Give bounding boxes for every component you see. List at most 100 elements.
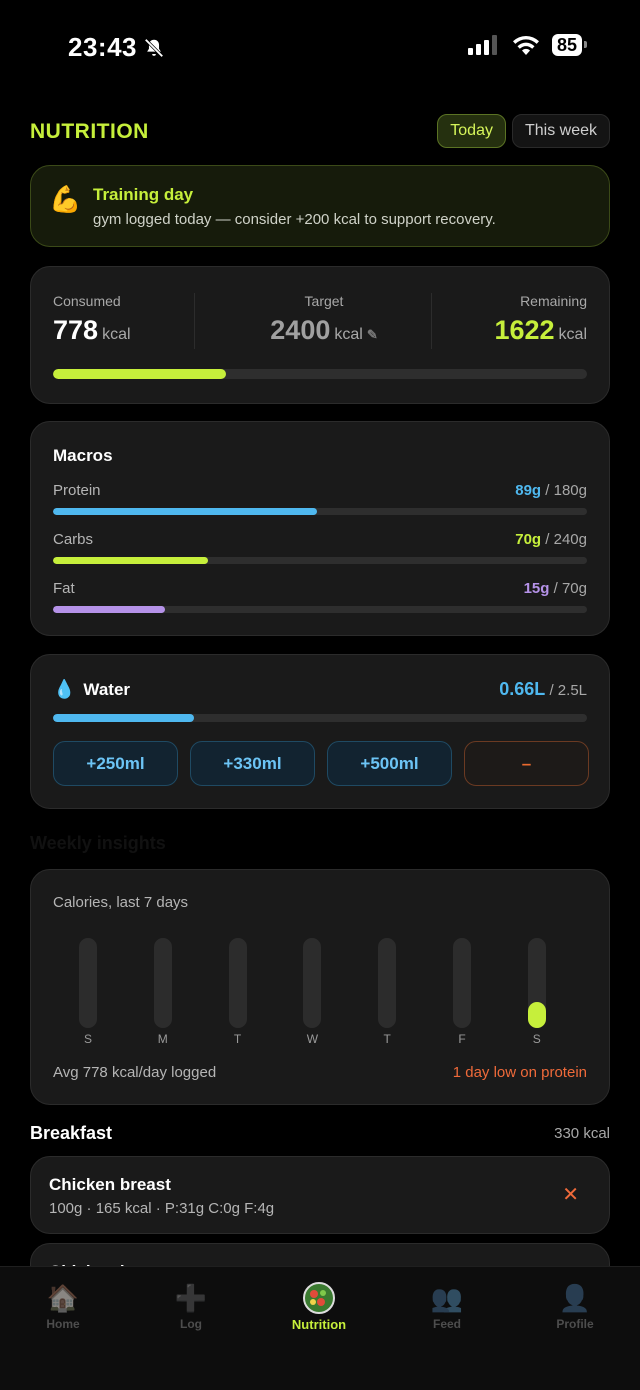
protein-alert[interactable]: 1 day low on protein (453, 1064, 587, 1081)
add-500ml-button[interactable]: +500ml (327, 741, 452, 786)
target-column[interactable]: Target 2400 kcal ✎ (254, 293, 394, 346)
divider (431, 293, 432, 349)
pencil-icon[interactable]: ✎ (367, 327, 378, 342)
chart-day-label: W (306, 1032, 319, 1046)
wifi-icon (512, 35, 539, 55)
tab-home[interactable]: 🏠 Home (13, 1281, 113, 1331)
meal-title: Breakfast (30, 1123, 113, 1143)
calorie-summary-card: Consumed 778 kcal Target 2400 kcal ✎ Remain… (30, 266, 610, 404)
macro-bar (53, 606, 587, 613)
remaining-unit: kcal (558, 326, 587, 343)
weekly-insights-heading: Weekly insights (30, 833, 166, 853)
chart-day-label: T (233, 1032, 242, 1046)
chart-day-label: M (157, 1032, 168, 1046)
salad-icon (269, 1281, 369, 1315)
target-unit: kcal (334, 326, 363, 343)
tab-today[interactable]: Today (437, 114, 506, 148)
water-target: / 2.5L (549, 682, 587, 699)
chart-title: Calories, last 7 days (53, 894, 189, 911)
consumed-value: 778 (53, 315, 99, 345)
water-value: 0.66L (499, 679, 546, 699)
tab-label: Log (180, 1317, 202, 1331)
food-item[interactable]: Chicken breast 100g · 165 kcal · P:31g C… (30, 1156, 610, 1234)
chart-day-label: T (383, 1032, 391, 1046)
chart-bar-track (228, 938, 247, 1028)
weekly-calories-chart: Calories, last 7 days S M T W T F S Avg 778 kc… (30, 869, 610, 1105)
banner-text: gym logged today — consider +200 kcal to… (93, 211, 496, 228)
tab-label: Home (46, 1317, 80, 1331)
chart-bar-track (79, 938, 97, 1028)
calorie-progress-bar (53, 369, 587, 379)
consumed-column: Consumed 778 kcal (53, 293, 131, 346)
food-detail: 100g · 165 kcal · P:31g C:0g F:4g (49, 1200, 275, 1217)
macro-label: Fat (53, 580, 75, 597)
macro-bar-fill (53, 508, 317, 515)
water-title: Water (83, 679, 131, 699)
macro-bar (53, 557, 587, 564)
remaining-value: 1622 (494, 315, 555, 345)
water-card: 💧 Water 0.66L / 2.5L +250ml +330ml +500m… (30, 654, 610, 809)
page-header: NUTRITION Today This week (30, 112, 610, 152)
tab-feed[interactable]: 👥 Feed (397, 1281, 497, 1331)
chart-bar-track (303, 938, 322, 1028)
remaining-column: Remaining 1622 kcal (494, 293, 587, 346)
remove-water-button[interactable]: – (464, 741, 589, 786)
macros-card: Macros Protein 89g / 180g Carbs 70g / 24… (30, 421, 610, 636)
tab-label: Nutrition (291, 1317, 347, 1332)
macro-target: / 240g (545, 531, 587, 548)
close-icon[interactable]: ✕ (562, 1182, 579, 1207)
remaining-label: Remaining (520, 293, 587, 309)
chart-bar-track (453, 938, 471, 1028)
macro-value: 15g (523, 580, 550, 597)
page-title: NUTRITION (30, 120, 149, 143)
chart-bar-track (153, 938, 172, 1028)
nutrition-screen: 23:43 85 NUTRITION Today This week 💪 Tra… (0, 0, 640, 1390)
water-progress-bar (53, 714, 587, 722)
tab-this-week[interactable]: This week (511, 114, 610, 148)
target-label: Target (304, 293, 344, 309)
chart-day-label: S (532, 1032, 541, 1046)
calorie-progress-fill (53, 369, 227, 379)
water-quick-add: +250ml +330ml +500ml – (53, 741, 589, 786)
period-toggle: Today This week (437, 114, 610, 148)
tab-label: Feed (432, 1317, 461, 1331)
tab-bar: 🏠 Home ➕ Log Nutrition 👥 Feed 👤 Profile (0, 1266, 640, 1390)
chart-day-label: F (458, 1032, 466, 1046)
water-drop-icon: 💧 (53, 679, 76, 699)
bell-slash-icon (144, 38, 164, 57)
clock-text: 23:43 (68, 32, 137, 62)
macro-value: 89g (515, 482, 542, 499)
macro-target: / 70g (553, 580, 587, 597)
macro-value: 70g (515, 531, 542, 548)
tab-profile[interactable]: 👤 Profile (525, 1281, 625, 1331)
status-time: 23:43 (68, 32, 165, 63)
meal-kcal: 330 kcal (554, 1125, 610, 1142)
water-progress-fill (53, 714, 194, 722)
macro-row-protein: Protein 89g / 180g (53, 482, 587, 528)
tab-nutrition[interactable]: Nutrition (269, 1281, 369, 1332)
average-summary: Avg 778 kcal/day logged (53, 1064, 217, 1081)
macro-bar (53, 508, 587, 515)
macros-title: Macros (53, 446, 113, 465)
training-day-banner: 💪 Training day gym logged today — consid… (30, 165, 610, 247)
house-icon: 🏠 (46, 1283, 80, 1313)
macro-bar-fill (53, 606, 166, 613)
people-icon: 👥 (430, 1283, 464, 1313)
consumed-unit: kcal (102, 326, 131, 343)
battery-icon: 85 (551, 34, 588, 56)
tab-log[interactable]: ➕ Log (141, 1281, 241, 1331)
add-330ml-button[interactable]: +330ml (190, 741, 315, 786)
target-value: 2400 (270, 315, 331, 345)
macro-target: / 180g (545, 482, 587, 499)
consumed-label: Consumed (53, 293, 121, 309)
signal-icon (467, 35, 497, 55)
plus-icon: ➕ (174, 1283, 208, 1313)
food-name: Chicken breast (49, 1175, 171, 1194)
macro-row-carbs: Carbs 70g / 240g (53, 531, 587, 577)
person-icon: 👤 (558, 1283, 592, 1313)
banner-title: Training day (93, 185, 194, 204)
chart-bar-track (527, 938, 546, 1028)
chart-bar-track (378, 938, 397, 1028)
add-250ml-button[interactable]: +250ml (53, 741, 178, 786)
flexed-biceps-icon: 💪 (49, 184, 82, 214)
